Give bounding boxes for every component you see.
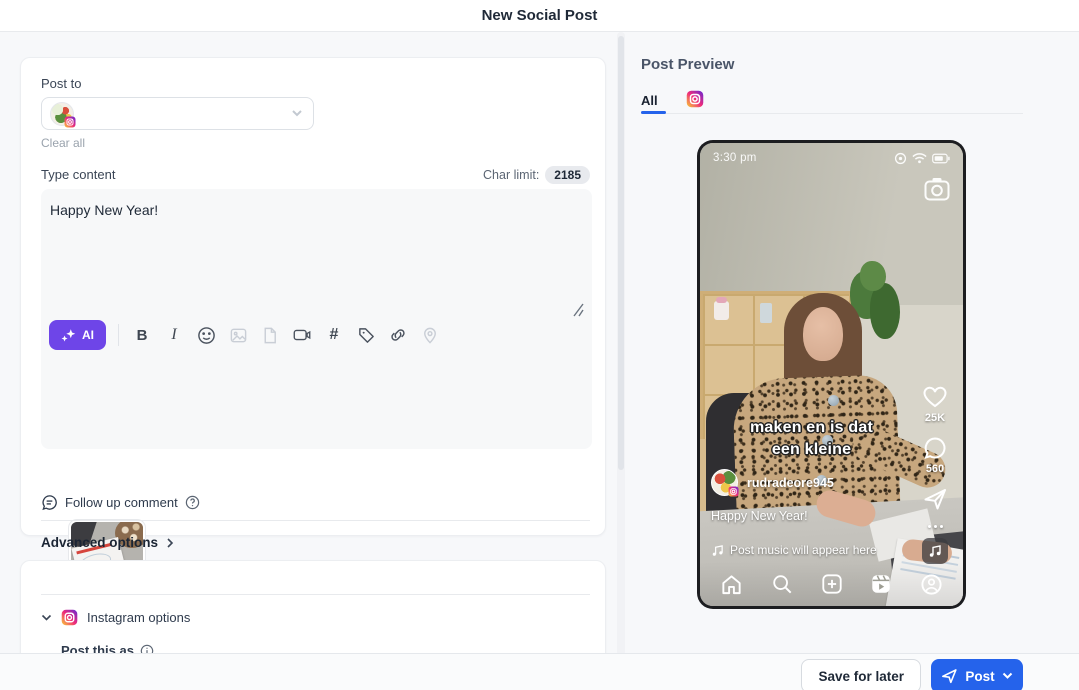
video-button[interactable] xyxy=(291,324,313,346)
new-social-post-window: New Social Post Post to Clear all Type c… xyxy=(0,0,1079,690)
video-frame-cup xyxy=(714,297,729,320)
wifi-icon xyxy=(912,153,927,164)
composer-card: Post to Clear all Type content Char limi… xyxy=(20,57,606,601)
footer-bar: Save for later Post xyxy=(0,653,1079,690)
share-plane-icon[interactable] xyxy=(923,487,948,511)
char-limit-label: Char limit: xyxy=(483,168,540,182)
person-face xyxy=(803,307,843,361)
music-row: Post music will appear here xyxy=(711,543,877,557)
post-to-label: Post to xyxy=(41,76,82,91)
instagram-options-toggle[interactable]: Instagram options xyxy=(41,609,190,626)
comment-bubble-icon xyxy=(42,495,57,511)
link-button[interactable] xyxy=(387,324,409,346)
music-note-icon xyxy=(712,544,723,556)
char-limit-badge: 2185 xyxy=(545,166,590,184)
main-content: Post to Clear all Type content Char limi… xyxy=(0,32,1079,690)
header: New Social Post xyxy=(0,0,1079,32)
chevron-down-icon xyxy=(292,110,302,117)
content-text[interactable]: Happy New Year! xyxy=(50,202,158,218)
advanced-options-button[interactable]: Advanced options xyxy=(41,535,174,550)
instagram-badge-icon xyxy=(64,116,76,128)
shirt-button xyxy=(828,395,839,406)
reel-username[interactable]: rudradeore945 xyxy=(747,476,834,490)
reel-bottom-nav xyxy=(700,562,963,606)
ai-assist-button[interactable]: AI xyxy=(49,320,106,350)
resize-grip-icon[interactable] xyxy=(570,303,584,317)
camera-icon[interactable] xyxy=(924,177,950,201)
active-tab-indicator xyxy=(641,111,666,114)
comments-count: 560 xyxy=(925,463,945,475)
divider xyxy=(41,594,590,595)
page-title: New Social Post xyxy=(481,7,598,24)
scrollbar-thumb[interactable] xyxy=(618,36,624,470)
like-heart-icon[interactable] xyxy=(922,385,948,409)
screen-record-icon xyxy=(894,152,907,164)
scrollbar-track[interactable] xyxy=(617,32,625,656)
advanced-options-label: Advanced options xyxy=(41,535,159,550)
preview-area: 3:30 pm maken en is dat een kleine 25K 5… xyxy=(625,32,1079,690)
follow-up-comment-button[interactable]: Follow up comment xyxy=(41,494,200,511)
phone-status-bar: 3:30 pm xyxy=(700,149,963,167)
bold-button[interactable]: B xyxy=(131,324,153,346)
create-post-icon[interactable] xyxy=(821,573,843,595)
plant xyxy=(870,283,900,339)
caption-line: maken en is dat xyxy=(749,419,874,436)
profile-icon[interactable] xyxy=(920,573,943,596)
clear-all-link[interactable]: Clear all xyxy=(41,136,85,150)
instagram-icon xyxy=(61,609,78,626)
phone-preview: 3:30 pm maken en is dat een kleine 25K 5… xyxy=(697,140,966,609)
reel-action-rail: 25K 560 xyxy=(915,385,955,564)
home-icon[interactable] xyxy=(720,573,743,596)
post-button[interactable]: Post xyxy=(931,659,1023,690)
content-editor[interactable]: Happy New Year! AI B I # xyxy=(41,189,592,601)
video-captions: maken en is dat een kleine xyxy=(700,417,923,461)
help-circle-icon[interactable] xyxy=(185,495,200,510)
hashtag-button[interactable]: # xyxy=(323,324,345,346)
chevron-down-icon xyxy=(41,614,52,621)
document-button[interactable] xyxy=(259,324,281,346)
send-plane-icon xyxy=(942,669,957,684)
status-time: 3:30 pm xyxy=(713,152,757,164)
char-limit: Char limit: 2185 xyxy=(483,166,590,184)
reel-caption: Happy New Year! xyxy=(711,509,808,523)
chevron-right-icon xyxy=(167,537,174,548)
save-for-later-button[interactable]: Save for later xyxy=(801,659,921,690)
ai-sparkles-icon xyxy=(61,328,76,342)
reel-avatar xyxy=(711,469,739,497)
account-avatar xyxy=(50,102,76,128)
post-to-select[interactable] xyxy=(41,97,314,130)
tag-button[interactable] xyxy=(355,324,377,346)
comments-icon[interactable] xyxy=(923,436,947,460)
music-text: Post music will appear here xyxy=(730,543,877,557)
video-frame-jar xyxy=(760,303,772,323)
more-options-icon[interactable] xyxy=(927,525,943,528)
italic-button[interactable]: I xyxy=(163,324,185,346)
type-content-label: Type content xyxy=(41,167,116,182)
plant xyxy=(860,261,886,291)
emoji-button[interactable] xyxy=(195,324,217,346)
instagram-options-label: Instagram options xyxy=(87,610,191,625)
editor-toolbar: AI B I # xyxy=(49,319,441,351)
reels-icon[interactable] xyxy=(870,573,892,595)
music-album-icon[interactable] xyxy=(922,538,948,564)
phone-screen: 3:30 pm maken en is dat een kleine 25K 5… xyxy=(700,143,963,606)
divider xyxy=(41,520,590,521)
caption-line: een kleine xyxy=(771,441,852,458)
chevron-down-icon xyxy=(1002,672,1012,679)
location-button[interactable] xyxy=(419,324,441,346)
ai-label: AI xyxy=(82,328,94,342)
account-row: rudradeore945 xyxy=(711,469,834,497)
follow-up-comment-label: Follow up comment xyxy=(65,495,178,510)
image-button[interactable] xyxy=(227,324,249,346)
likes-count: 25K xyxy=(924,412,946,424)
battery-icon xyxy=(932,153,950,163)
instagram-badge-icon xyxy=(728,486,739,497)
search-icon[interactable] xyxy=(771,573,793,595)
toolbar-divider xyxy=(118,324,119,346)
post-button-label: Post xyxy=(965,668,995,684)
